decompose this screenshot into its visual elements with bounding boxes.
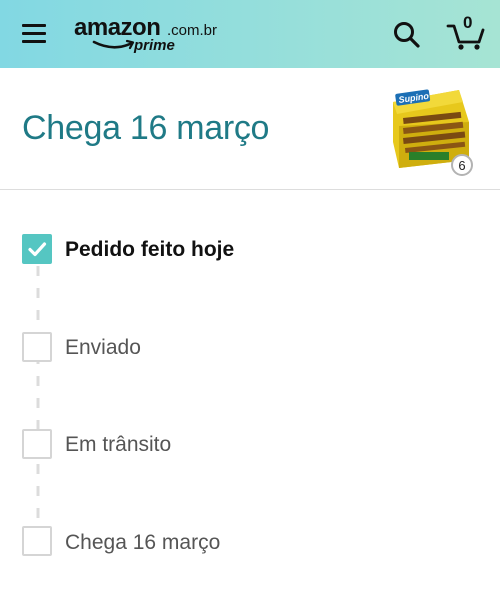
step-checkbox-in-transit bbox=[22, 429, 52, 459]
step-checkbox-ordered bbox=[22, 234, 52, 264]
step-checkbox-arrives bbox=[22, 526, 52, 556]
cart-count-badge: 0 bbox=[463, 13, 473, 32]
step-label-arrives: Chega 16 março bbox=[65, 531, 221, 554]
step-label-shipped: Enviado bbox=[65, 336, 141, 359]
tracker-connector-line bbox=[36, 266, 40, 526]
amazon-smile-icon bbox=[92, 39, 135, 50]
step-checkbox-shipped bbox=[22, 332, 52, 362]
step-label-in-transit: Em trânsito bbox=[65, 433, 172, 456]
logo-prime-label: prime bbox=[134, 37, 175, 54]
section-divider bbox=[0, 189, 500, 190]
step-label-ordered: Pedido feito hoje bbox=[65, 238, 235, 261]
cart-button[interactable]: 0 bbox=[446, 14, 486, 54]
top-navigation-bar: amazon .com.br prime 0 bbox=[0, 0, 500, 68]
search-icon[interactable] bbox=[392, 20, 422, 50]
product-quantity-badge: 6 bbox=[451, 154, 473, 176]
arrival-date-title: Chega 16 março bbox=[22, 109, 270, 147]
amazon-prime-logo[interactable]: amazon .com.br prime bbox=[74, 14, 217, 58]
checkmark-icon bbox=[28, 242, 47, 257]
hamburger-menu-icon[interactable] bbox=[22, 24, 46, 44]
